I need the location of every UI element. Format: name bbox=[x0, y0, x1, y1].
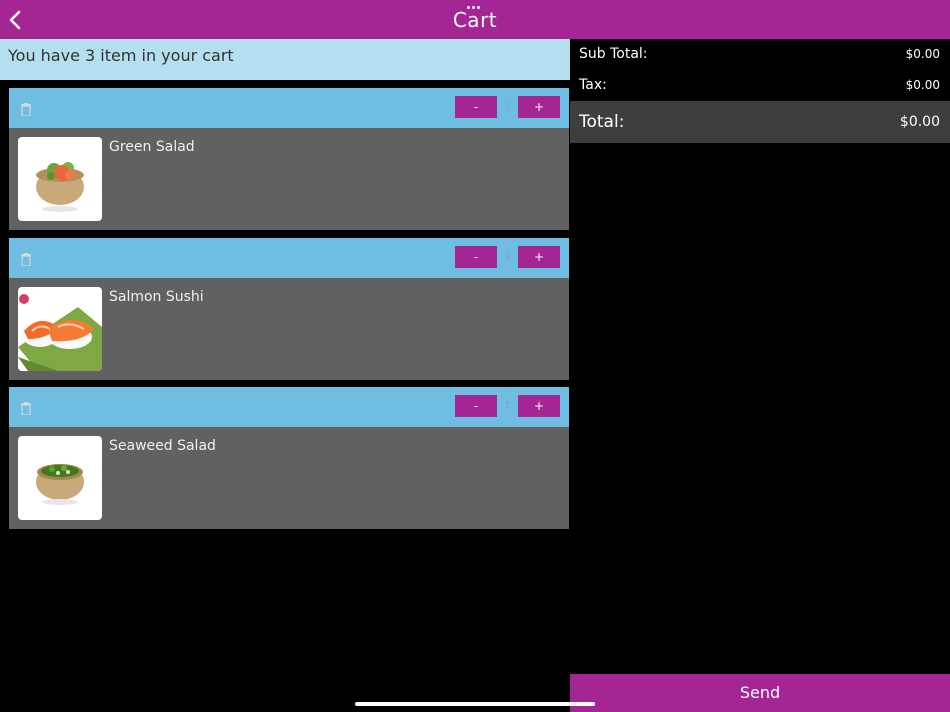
cart-item: - 1 + Salmon Sushi bbox=[9, 238, 569, 380]
quantity-value: 1 bbox=[504, 102, 511, 112]
cart-item-body: Seaweed Salad bbox=[9, 427, 569, 529]
cart-item-toolbar: - 1 + bbox=[9, 88, 569, 128]
cart-item: - 1 + Seaweed Salad bbox=[9, 387, 569, 529]
total-value: $0.00 bbox=[899, 114, 940, 130]
item-name: Green Salad bbox=[109, 139, 195, 155]
item-name: Seaweed Salad bbox=[109, 438, 216, 454]
subtotal-row: Sub Total: $0.00 bbox=[570, 39, 950, 70]
quantity-value: 1 bbox=[504, 401, 511, 411]
cart-item-toolbar: - 1 + bbox=[9, 387, 569, 427]
cart-summary-text: You have 3 item in your cart bbox=[8, 46, 234, 65]
tax-label: Tax: bbox=[579, 77, 607, 93]
quantity-value: 1 bbox=[504, 252, 511, 262]
trash-icon[interactable] bbox=[21, 400, 31, 416]
header-bar: Cart bbox=[0, 0, 950, 39]
cart-item-body: Green Salad bbox=[9, 128, 569, 230]
green-salad-bowl-image[interactable] bbox=[18, 137, 102, 221]
home-indicator[interactable] bbox=[355, 702, 595, 706]
subtotal-value: $0.00 bbox=[905, 47, 940, 61]
total-row: Total: $0.00 bbox=[570, 101, 950, 143]
page-title: Cart bbox=[452, 8, 498, 32]
item-name: Salmon Sushi bbox=[109, 289, 204, 305]
tax-value: $0.00 bbox=[905, 78, 940, 92]
trash-icon[interactable] bbox=[21, 251, 31, 267]
trash-icon[interactable] bbox=[21, 101, 31, 117]
cart-item-body: Salmon Sushi bbox=[9, 278, 569, 380]
tax-row: Tax: $0.00 bbox=[570, 70, 950, 101]
salmon-sushi-image[interactable] bbox=[18, 287, 102, 371]
cart-item-toolbar: - 1 + bbox=[9, 238, 569, 278]
order-totals-panel: Sub Total: $0.00 Tax: $0.00 Total: $0.00 bbox=[570, 39, 950, 143]
increase-quantity-button[interactable]: + bbox=[518, 96, 560, 118]
send-button[interactable]: Send bbox=[570, 674, 950, 712]
seaweed-salad-bowl-image[interactable] bbox=[18, 436, 102, 520]
increase-quantity-button[interactable]: + bbox=[518, 246, 560, 268]
decrease-quantity-button[interactable]: - bbox=[455, 395, 497, 417]
increase-quantity-button[interactable]: + bbox=[518, 395, 560, 417]
decrease-quantity-button[interactable]: - bbox=[455, 246, 497, 268]
cart-summary-bar: You have 3 item in your cart bbox=[0, 39, 570, 80]
cart-item: - 1 + Green Salad bbox=[9, 88, 569, 230]
decrease-quantity-button[interactable]: - bbox=[455, 96, 497, 118]
total-label: Total: bbox=[579, 112, 625, 132]
subtotal-label: Sub Total: bbox=[579, 46, 648, 62]
